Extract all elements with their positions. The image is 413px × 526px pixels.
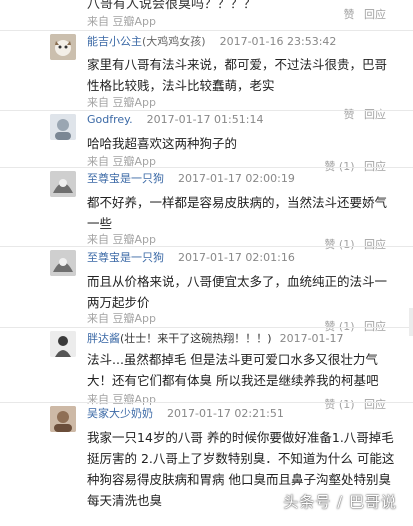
comment-time: 2017-01-17 01:51:14 bbox=[146, 113, 264, 126]
watermark: 头条号 / 巴哥说 bbox=[283, 493, 397, 511]
comment-text: 八哥有人说会很臭吗？？？？ bbox=[87, 0, 257, 12]
user-nickname[interactable]: 至尊宝是一只狗 bbox=[87, 251, 164, 264]
comment-time: 2017-01-16 23:53:42 bbox=[219, 35, 337, 48]
user-nickname[interactable]: 至尊宝是一只狗 bbox=[87, 172, 164, 185]
avatar[interactable] bbox=[50, 406, 76, 432]
user-signature: (壮士！来干了这碗热翔！！！) bbox=[120, 332, 272, 345]
like-button[interactable]: 赞 bbox=[344, 8, 355, 21]
scrollbar[interactable] bbox=[409, 308, 413, 336]
separator bbox=[0, 402, 413, 403]
comment-item: 能吉小公主(大鸡鸡女孩) 2017-01-16 23:53:42 家里有八哥有法斗… bbox=[0, 33, 413, 121]
comment-text: 法斗...虽然都掉毛 但是法斗更可爱口水多又很壮力气大！还有它们都有体臭 所以我… bbox=[87, 352, 379, 388]
avatar[interactable] bbox=[50, 114, 76, 140]
avatar[interactable] bbox=[50, 250, 76, 276]
previous-comment-tail: 八哥有人说会很臭吗？？？？ 来自 豆瓣App 赞 回应 bbox=[0, 0, 413, 34]
user-nickname[interactable]: 能吉小公主 bbox=[87, 35, 142, 48]
comment-time: 2017-01-17 02:00:19 bbox=[178, 172, 295, 185]
comment-time: 2017-01-17 02:01:16 bbox=[178, 251, 295, 264]
comment-text: 哈哈我超喜欢这两种狗子的 bbox=[87, 136, 238, 151]
separator bbox=[0, 110, 413, 111]
avatar[interactable] bbox=[50, 171, 76, 197]
comment-text: 而且从价格来说，八哥便宜太多了，血统纯正的法斗一两万起步价 bbox=[87, 274, 388, 310]
comment-item: 至尊宝是一只狗 2017-01-17 02:00:19 都不好养，一样都是容易皮肤… bbox=[0, 170, 413, 251]
comment-item: 至尊宝是一只狗 2017-01-17 02:01:16 而且从价格来说，八哥便宜太… bbox=[0, 249, 413, 333]
comment-time: 2017-01-17 bbox=[279, 332, 344, 345]
reply-button[interactable]: 回应 bbox=[364, 8, 386, 21]
comment-source: 来自 豆瓣App bbox=[87, 233, 156, 246]
comment-source: 来自 豆瓣App bbox=[87, 96, 156, 109]
separator bbox=[0, 327, 413, 328]
comment-text: 家里有八哥有法斗来说，都可爱，不过法斗很贵，巴哥性格比较贱，法斗比较蠢萌，老实 bbox=[87, 57, 388, 93]
user-nickname[interactable]: 胖达酱 bbox=[87, 332, 120, 345]
avatar[interactable] bbox=[50, 331, 76, 357]
separator bbox=[0, 167, 413, 168]
comment-time: 2017-01-17 02:21:51 bbox=[167, 407, 284, 420]
comment-item: Godfrey. 2017-01-17 01:51:14 哈哈我超喜欢这两种狗子的… bbox=[0, 113, 413, 173]
separator bbox=[0, 30, 413, 31]
comment-source: 来自 豆瓣App bbox=[87, 312, 156, 325]
user-signature: (大鸡鸡女孩) bbox=[142, 35, 206, 48]
comment-source: 来自 豆瓣App bbox=[87, 15, 156, 28]
avatar[interactable] bbox=[50, 34, 76, 60]
separator bbox=[0, 246, 413, 247]
user-nickname[interactable]: 吴家大少奶奶 bbox=[87, 407, 153, 420]
comment-item: 胖达酱(壮士！来干了这碗热翔！！！) 2017-01-17 法斗...虽然都掉毛 … bbox=[0, 330, 413, 411]
user-nickname[interactable]: Godfrey. bbox=[87, 113, 133, 126]
comment-text: 都不好养，一样都是容易皮肤病的，当然法斗还要娇气一些 bbox=[87, 195, 388, 231]
